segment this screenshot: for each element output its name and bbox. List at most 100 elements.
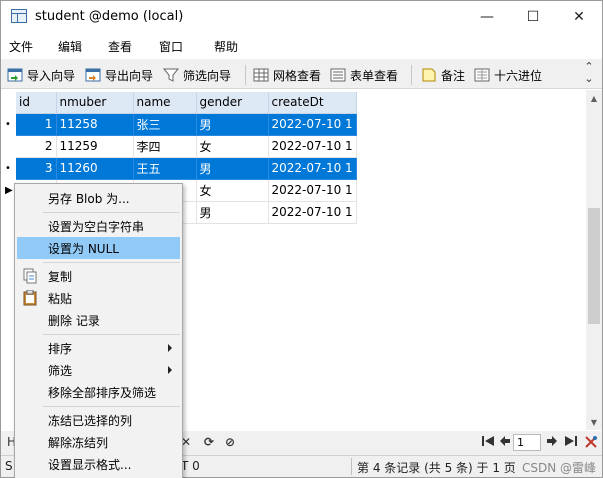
column-header-name[interactable]: name	[133, 92, 197, 114]
funnel-icon	[162, 68, 180, 82]
memo-icon	[421, 68, 437, 82]
cell-createdt[interactable]: 2022-07-10 1	[268, 179, 357, 202]
last-page-icon[interactable]	[564, 435, 578, 450]
ctx-set-empty-string[interactable]: 设置为空白字符串	[17, 215, 180, 237]
refresh-icon[interactable]: ⟳	[204, 435, 214, 449]
column-header-createdt[interactable]: createDt	[268, 92, 357, 114]
menu-help[interactable]: 帮助	[214, 38, 238, 55]
menu-edit[interactable]: 编辑	[58, 38, 82, 55]
menu-file[interactable]: 文件	[9, 38, 33, 55]
status-mid-fragment: T 0	[181, 459, 200, 473]
record-info: 第 4 条记录 (共 5 条) 于 1 页	[357, 461, 516, 475]
cell-gender[interactable]: 男	[196, 113, 269, 136]
grid-view-button[interactable]: 网格查看	[253, 66, 321, 84]
ctx-copy[interactable]: 复制	[17, 265, 180, 287]
table-icon	[11, 9, 27, 23]
grid-icon	[253, 68, 269, 82]
prev-page-icon[interactable]	[499, 435, 511, 450]
cell-createdt[interactable]: 2022-07-10 1	[268, 135, 357, 158]
ctx-delete-record[interactable]: 删除 记录	[17, 309, 180, 331]
cell-gender[interactable]: 男	[196, 157, 269, 180]
menu-view[interactable]: 查看	[108, 38, 132, 55]
table-row[interactable]: 2 11259 李四 女 2022-07-10 1	[16, 135, 357, 158]
ctx-display-format[interactable]: 设置显示格式...	[17, 453, 180, 475]
cell-id[interactable]: 3	[16, 157, 57, 180]
ctx-sort[interactable]: 排序	[17, 337, 180, 359]
scroll-down-arrow-icon[interactable]: ▼	[586, 414, 602, 430]
column-header-nmuber[interactable]: nmuber	[56, 92, 134, 114]
row-marker[interactable]: •	[5, 113, 16, 135]
watermark: CSDN @雷峰	[522, 461, 597, 475]
menu-separator	[43, 262, 180, 263]
cell-createdt[interactable]: 2022-07-10 1	[268, 201, 357, 224]
cell-name[interactable]: 张三	[133, 113, 197, 136]
ctx-set-null[interactable]: 设置为 NULL	[17, 237, 180, 259]
toolbar-separator	[245, 65, 246, 85]
title-bar: student @demo (local) — ☐ ✕	[1, 1, 602, 33]
cell-nmuber[interactable]: 11259	[56, 135, 134, 158]
next-page-icon[interactable]	[546, 435, 558, 450]
cell-name[interactable]: 李四	[133, 135, 197, 158]
status-left-fragment: S	[5, 459, 13, 473]
window-title: student @demo (local)	[35, 9, 184, 24]
filter-wizard-button[interactable]: 筛选向导	[162, 66, 232, 84]
cell-id[interactable]: 1	[16, 113, 57, 136]
ctx-filter[interactable]: 筛选	[17, 359, 180, 381]
memo-button[interactable]: 备注	[421, 66, 465, 84]
row-marker[interactable]	[5, 135, 16, 157]
hex-button[interactable]: 十六进位	[474, 66, 542, 84]
column-header-id[interactable]: id	[16, 92, 57, 114]
cell-id[interactable]: 2	[16, 135, 57, 158]
scrollbar-thumb[interactable]	[588, 208, 600, 324]
import-wizard-label: 导入向导	[27, 68, 76, 83]
minimize-button[interactable]: —	[464, 1, 510, 33]
hex-icon	[474, 68, 490, 82]
maximize-button[interactable]: ☐	[510, 1, 556, 33]
filter-wizard-label: 筛选向导	[183, 68, 232, 83]
vertical-scrollbar[interactable]: ▲ ▼	[586, 90, 602, 430]
export-wizard-label: 导出向导	[105, 68, 154, 83]
memo-label: 备注	[441, 68, 466, 83]
cell-name[interactable]: 王五	[133, 157, 197, 180]
scroll-up-arrow-icon[interactable]: ▲	[586, 90, 602, 106]
stop-icon[interactable]: ⊘	[225, 435, 235, 449]
app-window: student @demo (local) — ☐ ✕ 文件 编辑 查看 窗口 …	[0, 0, 603, 478]
form-view-button[interactable]: 表单查看	[330, 66, 398, 84]
toolbar-overflow-chevron-icon[interactable]: ⌃ ⌄	[584, 61, 594, 85]
menu-separator	[43, 334, 180, 335]
first-page-icon[interactable]	[481, 435, 495, 450]
settings-tools-icon[interactable]	[584, 435, 598, 452]
table-row[interactable]: 3 11260 王五 男 2022-07-10 1	[16, 157, 357, 180]
submenu-arrow-icon	[168, 366, 172, 374]
table-row[interactable]: 1 11258 张三 男 2022-07-10 1	[16, 113, 357, 136]
hex-label: 十六进位	[494, 68, 543, 83]
column-header-gender[interactable]: gender	[196, 92, 269, 114]
cell-gender[interactable]: 女	[196, 179, 269, 202]
ctx-save-blob[interactable]: 另存 Blob 为...	[17, 187, 180, 209]
cell-nmuber[interactable]: 11260	[56, 157, 134, 180]
grid-view-label: 网格查看	[273, 68, 322, 83]
ctx-freeze-columns[interactable]: 冻结已选择的列	[17, 409, 180, 431]
submenu-arrow-icon	[168, 344, 172, 352]
menu-window[interactable]: 窗口	[159, 38, 183, 55]
cell-nmuber[interactable]: 11258	[56, 113, 134, 136]
ctx-paste[interactable]: 粘贴	[17, 287, 180, 309]
page-number-input[interactable]: 1	[513, 434, 541, 451]
context-menu: 另存 Blob 为... 设置为空白字符串 设置为 NULL 复制 粘贴 删除 …	[14, 183, 183, 478]
import-wizard-button[interactable]: 导入向导	[7, 66, 75, 84]
cell-createdt[interactable]: 2022-07-10 1	[268, 157, 357, 180]
close-button[interactable]: ✕	[556, 1, 602, 33]
ctx-unfreeze-columns[interactable]: 解除冻结列	[17, 431, 180, 453]
export-wizard-button[interactable]: 导出向导	[85, 66, 153, 84]
cell-createdt[interactable]: 2022-07-10 1	[268, 113, 357, 136]
export-icon	[85, 68, 101, 82]
cell-gender[interactable]: 男	[196, 201, 269, 224]
toolbar-separator	[411, 65, 412, 85]
cell-gender[interactable]: 女	[196, 135, 269, 158]
row-marker[interactable]: •	[5, 157, 16, 179]
form-icon	[330, 68, 346, 82]
menu-separator	[43, 406, 180, 407]
status-separator	[351, 458, 352, 475]
ctx-remove-sort-filter[interactable]: 移除全部排序及筛选	[17, 381, 180, 403]
import-icon	[7, 68, 23, 82]
